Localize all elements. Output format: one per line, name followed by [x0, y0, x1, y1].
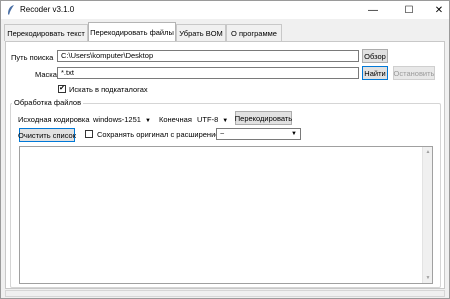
mask-label: Маска	[35, 70, 57, 79]
source-encoding-label: Исходная кодировка	[18, 115, 90, 124]
target-encoding-label: Конечная	[159, 115, 192, 124]
tab-remove-bom[interactable]: Убрать BOM	[176, 24, 226, 41]
file-list-area[interactable]: ▲ ▼	[19, 146, 433, 284]
subdirs-checkbox[interactable]: ✔	[58, 85, 66, 93]
keep-original-label: Сохранять оригинал с расширением	[97, 130, 225, 139]
scroll-up-icon[interactable]: ▲	[424, 148, 432, 156]
source-encoding-select[interactable]: windows-1251 ▼	[93, 115, 151, 124]
extension-select[interactable]: ~ ▼	[216, 128, 301, 140]
maximize-button[interactable]: ☐	[394, 1, 424, 19]
close-button[interactable]: ✕	[424, 1, 450, 19]
tab-recode-files[interactable]: Перекодировать файлы	[88, 22, 176, 41]
stop-button[interactable]: Остановить	[393, 66, 435, 80]
processing-group-title: Обработка файлов	[12, 98, 84, 107]
recode-button[interactable]: Перекодировать	[235, 111, 292, 125]
subdirs-label: Искать в подкаталогах	[69, 85, 148, 94]
chevron-down-icon: ▼	[291, 131, 297, 137]
recode-files-panel: Путь поиска C:\Users\komputer\Desktop Об…	[5, 41, 445, 289]
vertical-scrollbar[interactable]: ▲ ▼	[422, 147, 432, 283]
search-path-label: Путь поиска	[11, 53, 54, 62]
target-encoding-select[interactable]: UTF-8 ▼	[197, 115, 228, 124]
tab-recode-text[interactable]: Перекодировать текст	[4, 24, 88, 41]
mask-input[interactable]: *.txt	[57, 67, 359, 79]
minimize-button[interactable]: —	[358, 1, 388, 19]
find-button[interactable]: Найти	[362, 66, 388, 80]
clear-list-button[interactable]: Очистить список	[18, 128, 76, 142]
keep-original-checkbox[interactable]	[85, 130, 93, 138]
chevron-down-icon: ▼	[222, 118, 229, 124]
status-bar	[5, 290, 445, 297]
scroll-down-icon[interactable]: ▼	[424, 274, 432, 282]
extension-value: ~	[220, 129, 225, 138]
app-window: Recoder v3.1.0 — ☐ ✕ Перекодировать текс…	[0, 0, 450, 299]
source-encoding-value: windows-1251	[93, 115, 141, 124]
window-title: Recoder v3.1.0	[20, 5, 75, 14]
feather-icon	[8, 5, 14, 15]
search-path-input[interactable]: C:\Users\komputer\Desktop	[57, 50, 359, 62]
title-bar: Recoder v3.1.0 — ☐ ✕	[1, 1, 449, 19]
browse-button[interactable]: Обзор	[362, 49, 388, 63]
tab-about[interactable]: О программе	[226, 24, 282, 41]
target-encoding-value: UTF-8	[197, 115, 219, 124]
chevron-down-icon: ▼	[144, 118, 151, 124]
